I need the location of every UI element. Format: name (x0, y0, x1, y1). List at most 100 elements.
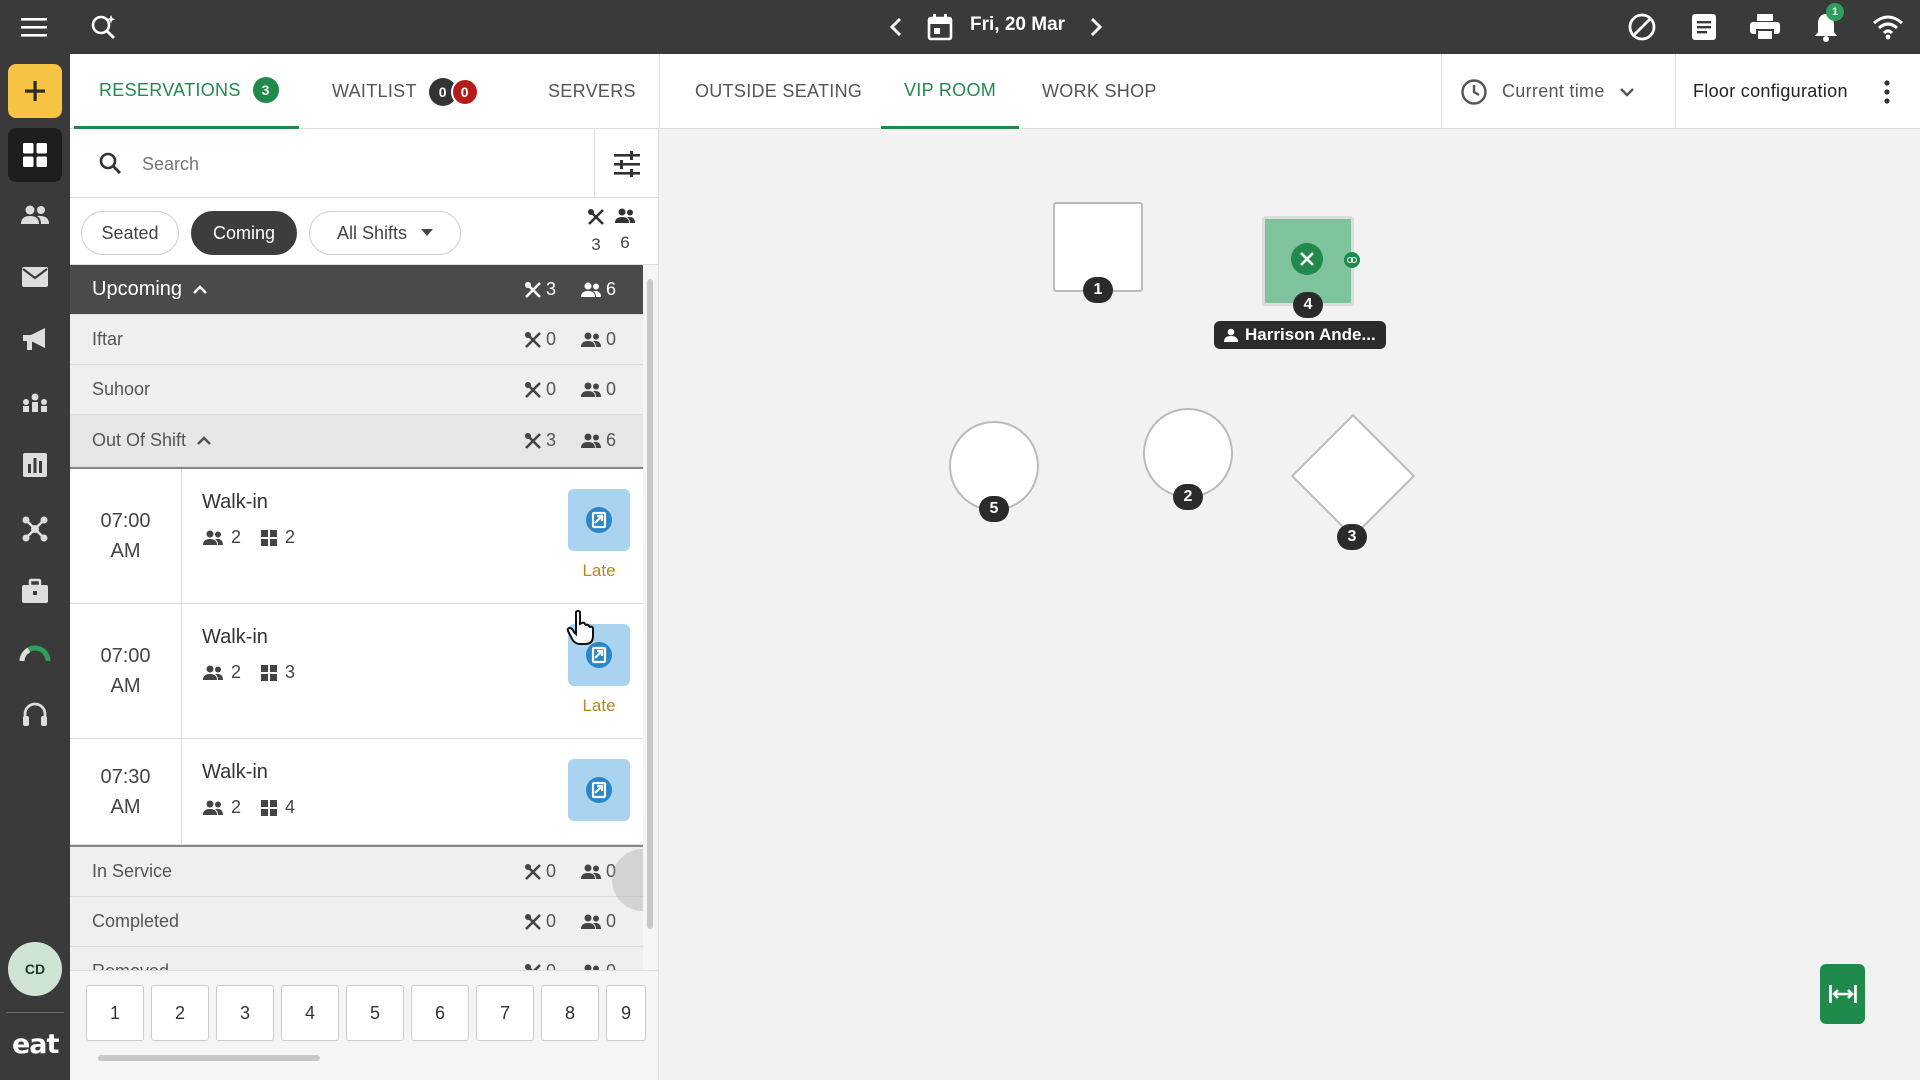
chevron-up-icon (193, 284, 207, 294)
guests-icon[interactable] (12, 192, 58, 238)
calendar-icon[interactable] (922, 9, 958, 45)
briefcase-icon[interactable] (12, 568, 58, 614)
time-selector-label: Current time (1502, 81, 1605, 101)
reservation-time-value: 07:00 (100, 645, 151, 667)
group-upcoming-tables: 3 (524, 279, 556, 300)
group-completed[interactable]: Completed 0 0 (70, 897, 643, 947)
tab-servers[interactable]: SERVERS (548, 54, 636, 129)
seat-guest-button[interactable] (568, 489, 630, 551)
fit-to-screen-button[interactable] (1820, 964, 1865, 1024)
pager-scrollbar[interactable] (90, 1053, 635, 1063)
fit-width-icon (1828, 985, 1857, 1003)
previous-day-icon[interactable] (878, 9, 914, 45)
list-scrollbar-thumb[interactable] (647, 279, 653, 929)
filter-coming-chip[interactable]: Coming (191, 211, 297, 255)
group-upcoming-tables-count: 3 (546, 279, 557, 299)
page-button[interactable]: 9 (606, 985, 646, 1041)
page-button[interactable]: 5 (346, 985, 404, 1041)
filter-settings-button[interactable] (594, 129, 658, 198)
cutlery-icon (525, 913, 541, 930)
cutlery-icon (525, 432, 541, 449)
seat-guest-button[interactable] (568, 759, 630, 821)
group-upcoming-covers: 6 (580, 279, 616, 300)
page-button[interactable]: 2 (151, 985, 209, 1041)
reports-chart-icon[interactable] (12, 442, 58, 488)
search-input[interactable] (142, 147, 582, 181)
reservation-card[interactable]: 07:30 AM Walk-in 2 4 (70, 739, 643, 845)
group-completed-tables-count: 0 (546, 911, 557, 931)
user-avatar[interactable]: CD (8, 942, 62, 996)
person-icon (1224, 328, 1238, 342)
group-removed-tables-count: 0 (546, 961, 556, 970)
time-selector[interactable]: Current time (1460, 54, 1635, 129)
search-icon (98, 151, 122, 180)
reservation-table: 4 (285, 797, 296, 817)
page-button[interactable]: 6 (411, 985, 469, 1041)
integrations-icon[interactable] (12, 506, 58, 552)
tab-reservations[interactable]: RESERVATIONS 3 (74, 54, 299, 129)
pager-scrollbar-thumb[interactable] (98, 1055, 320, 1061)
support-headset-icon[interactable] (12, 692, 58, 738)
group-removed-covers: 0 (580, 961, 616, 970)
tab-work-shop[interactable]: WORK SHOP (1042, 54, 1157, 129)
tab-outside-seating[interactable]: OUTSIDE SEATING (695, 54, 862, 129)
more-options-icon[interactable] (1884, 54, 1890, 129)
group-out-of-shift[interactable]: Out Of Shift 3 6 (70, 415, 643, 467)
add-reservation-button[interactable] (8, 64, 62, 118)
notes-icon[interactable] (1686, 9, 1722, 45)
tabs-divider (659, 54, 660, 129)
print-icon[interactable] (1747, 9, 1783, 45)
group-removed[interactable]: Removed 0 0 (70, 947, 643, 970)
people-icon (581, 864, 601, 879)
shift-selector[interactable]: All Shifts (309, 211, 461, 255)
marketing-megaphone-icon[interactable] (12, 316, 58, 362)
floor-configuration-label: Floor configuration (1693, 81, 1848, 101)
group-upcoming[interactable]: Upcoming 3 6 (70, 265, 643, 315)
reservation-card[interactable]: 07:00 AM Walk-in 2 3 Late (70, 604, 643, 739)
group-upcoming-label: Upcoming (92, 278, 183, 300)
waitlist-people-icon[interactable] (12, 380, 58, 426)
current-date[interactable]: Fri, 20 Mar (970, 14, 1065, 36)
filter-seated-chip[interactable]: Seated (81, 211, 179, 255)
group-in-service[interactable]: In Service 0 0 (70, 847, 643, 897)
tab-waitlist-label: WAITLIST (332, 81, 417, 101)
speedometer-icon[interactable] (12, 630, 58, 676)
group-removed-label: Removed (92, 961, 169, 970)
reservation-covers: 2 (231, 797, 242, 817)
floor-configuration-button[interactable]: Floor configuration (1693, 54, 1848, 129)
group-in-service-tables-count: 0 (546, 861, 557, 881)
total-tables-summary: 3 (581, 208, 611, 255)
tab-waitlist[interactable]: WAITLIST 0 0 (332, 54, 479, 129)
tabs-bar: RESERVATIONS 3 WAITLIST 0 0 SERVERS OUTS… (70, 54, 1920, 129)
messages-icon[interactable] (12, 254, 58, 300)
reservation-card[interactable]: 07:00 AM Walk-in 2 2 Late (70, 469, 643, 604)
group-iftar[interactable]: Iftar 0 0 (70, 315, 643, 365)
reservation-time: 07:00 AM (70, 469, 182, 603)
floor-dashboard-icon[interactable] (8, 128, 62, 182)
people-icon (581, 914, 601, 929)
table-number-badge: 3 (1337, 524, 1367, 550)
page-button[interactable]: 7 (476, 985, 534, 1041)
chevron-down-icon (1619, 87, 1634, 97)
page-button[interactable]: 1 (86, 985, 144, 1041)
reservation-time-value: 07:00 (100, 510, 151, 532)
table-guest-label[interactable]: Harrison Ande... (1214, 321, 1386, 349)
reservation-time-value: 07:30 (100, 765, 151, 788)
group-completed-tables: 0 (524, 911, 556, 932)
menu-icon[interactable] (16, 9, 52, 45)
reservation-time: 07:30 AM (70, 739, 182, 844)
table-icon (261, 529, 278, 546)
list-scrollbar[interactable] (645, 269, 655, 969)
next-day-icon[interactable] (1078, 9, 1114, 45)
page-button[interactable]: 4 (281, 985, 339, 1041)
search-sparkle-icon[interactable] (86, 9, 122, 45)
page-button[interactable]: 3 (216, 985, 274, 1041)
group-iftar-covers: 0 (580, 329, 616, 350)
page-button[interactable]: 8 (541, 985, 599, 1041)
block-icon[interactable] (1624, 9, 1660, 45)
tab-vip-room[interactable]: VIP ROOM (881, 54, 1020, 129)
table-number-badge: 1 (1083, 277, 1113, 303)
wifi-icon (1870, 9, 1906, 45)
cutlery-icon (525, 863, 541, 880)
group-suhoor[interactable]: Suhoor 0 0 (70, 365, 643, 415)
